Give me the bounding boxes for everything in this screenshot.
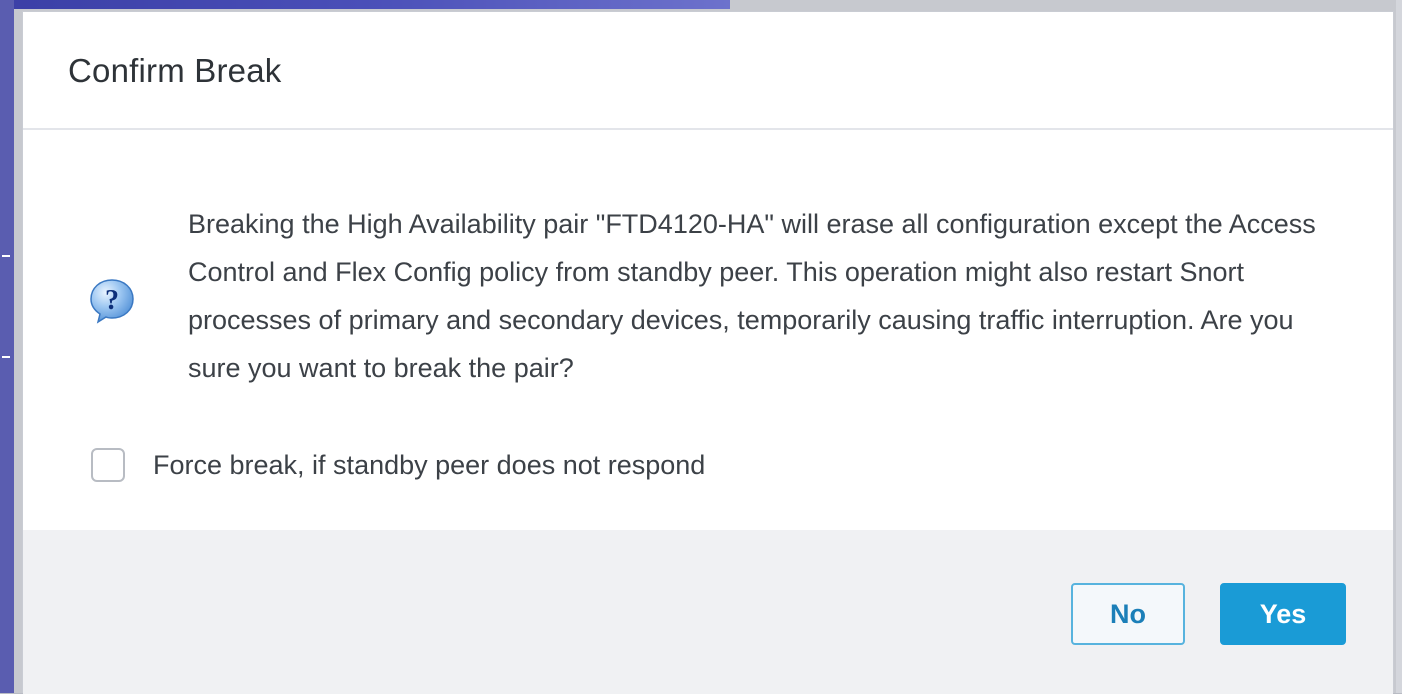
left-edge-panel [0, 0, 14, 693]
yes-button[interactable]: Yes [1220, 583, 1346, 645]
dialog-header: Confirm Break [23, 12, 1393, 130]
top-accent-bar [0, 0, 730, 9]
svg-text:?: ? [105, 285, 119, 316]
left-edge-tick [2, 356, 10, 358]
right-edge-panel [1396, 0, 1402, 693]
no-button[interactable]: No [1071, 583, 1185, 645]
force-break-checkbox[interactable] [91, 448, 125, 482]
dialog-body: ? Breaking the High Availability pair "F… [23, 130, 1393, 530]
dialog-title: Confirm Break [68, 52, 282, 89]
confirm-break-dialog: Confirm Break ? Breaking the High Availa… [22, 11, 1394, 694]
force-break-label[interactable]: Force break, if standby peer does not re… [153, 450, 705, 481]
left-edge-tick [2, 255, 10, 257]
question-icon: ? [90, 279, 134, 324]
dialog-footer: No Yes [23, 530, 1393, 694]
force-break-row: Force break, if standby peer does not re… [91, 448, 705, 482]
confirm-message: Breaking the High Availability pair "FTD… [188, 209, 1316, 383]
